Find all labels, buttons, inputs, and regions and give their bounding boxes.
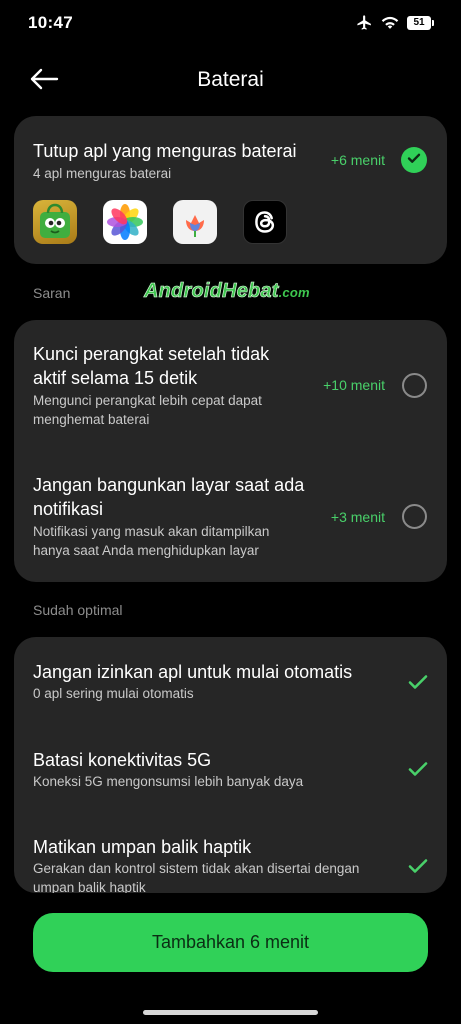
close-apps-gain: +6 menit <box>330 152 385 168</box>
watermark-text: AndroidHebat <box>144 280 279 303</box>
status-bar: 10:47 51 <box>0 0 461 44</box>
status-icons: 51 <box>356 14 434 31</box>
list-item[interactable]: Jangan bangunkan layar saat ada notifika… <box>14 451 447 582</box>
suggestion-title: Jangan bangunkan layar saat ada <box>33 475 305 495</box>
watermark-suffix: .com <box>278 285 310 300</box>
suggestion-subtitle: Mengunci perangkat lebih cepat dapat <box>33 393 262 408</box>
optimal-subtitle: umpan balik haptik <box>33 880 146 893</box>
suggestion-radio[interactable] <box>402 504 427 529</box>
close-apps-title: Tutup apl yang menguras baterai <box>33 141 297 161</box>
header: Baterai <box>0 56 461 106</box>
close-apps-subtitle: 4 apl menguras baterai <box>33 166 172 181</box>
draining-apps-list <box>33 200 287 244</box>
suggestion-title: Kunci perangkat setelah tidak <box>33 344 270 364</box>
list-item[interactable]: Kunci perangkat setelah tidak aktif sela… <box>14 320 447 451</box>
tulip-app-icon <box>173 200 217 244</box>
wifi-icon <box>381 15 399 30</box>
optimal-title: Batasi konektivitas 5G <box>33 750 212 770</box>
list-item[interactable]: Batasi konektivitas 5G Koneksi 5G mengon… <box>14 725 447 813</box>
shop-app-icon <box>33 200 77 244</box>
airplane-icon <box>356 14 373 31</box>
page-title: Baterai <box>197 68 264 91</box>
check-icon <box>407 855 429 877</box>
suggestion-radio[interactable] <box>402 373 427 398</box>
suggestion-title: aktif selama 15 detik <box>33 368 198 388</box>
section-label-saran: Saran <box>33 285 71 301</box>
optimal-card: Jangan izinkan apl untuk mulai otomatis … <box>14 637 447 893</box>
check-icon <box>407 671 429 693</box>
optimal-subtitle: Gerakan dan kontrol sistem tidak akan di… <box>33 861 360 876</box>
list-item[interactable]: Jangan izinkan apl untuk mulai otomatis … <box>14 637 447 725</box>
suggestion-title: notifikasi <box>33 499 104 519</box>
optimal-subtitle: 0 apl sering mulai otomatis <box>33 686 194 701</box>
section-label-optimal: Sudah optimal <box>33 602 123 618</box>
suggestion-gain: +10 menit <box>323 377 385 393</box>
suggestions-card: Kunci perangkat setelah tidak aktif sela… <box>14 320 447 582</box>
photos-app-icon <box>103 200 147 244</box>
suggestion-subtitle: Notifikasi yang masuk akan ditampilkan <box>33 524 270 539</box>
status-time: 10:47 <box>28 13 73 32</box>
close-apps-card[interactable]: Tutup apl yang menguras baterai 4 apl me… <box>14 116 447 264</box>
list-item[interactable]: Matikan umpan balik haptik Gerakan dan k… <box>14 813 447 893</box>
suggestion-gain: +3 menit <box>330 509 385 525</box>
check-icon <box>407 758 429 780</box>
battery-icon: 51 <box>407 15 434 30</box>
threads-app-icon <box>243 200 287 244</box>
optimal-title: Jangan izinkan apl untuk mulai otomatis <box>33 662 353 682</box>
suggestion-subtitle: menghemat baterai <box>33 412 150 427</box>
suggestion-subtitle: hanya saat Anda menghidupkan layar <box>33 543 259 558</box>
battery-level: 51 <box>413 17 425 28</box>
close-apps-checkbox[interactable] <box>401 147 427 173</box>
optimal-subtitle: Koneksi 5G mengonsumsi lebih banyak daya <box>33 774 304 789</box>
add-time-button[interactable]: Tambahkan 6 menit <box>33 913 428 972</box>
check-icon <box>406 150 422 171</box>
watermark-logo: AndroidHebat.com <box>144 280 310 303</box>
optimal-title: Matikan umpan balik haptik <box>33 837 252 857</box>
home-indicator[interactable] <box>143 1010 318 1015</box>
